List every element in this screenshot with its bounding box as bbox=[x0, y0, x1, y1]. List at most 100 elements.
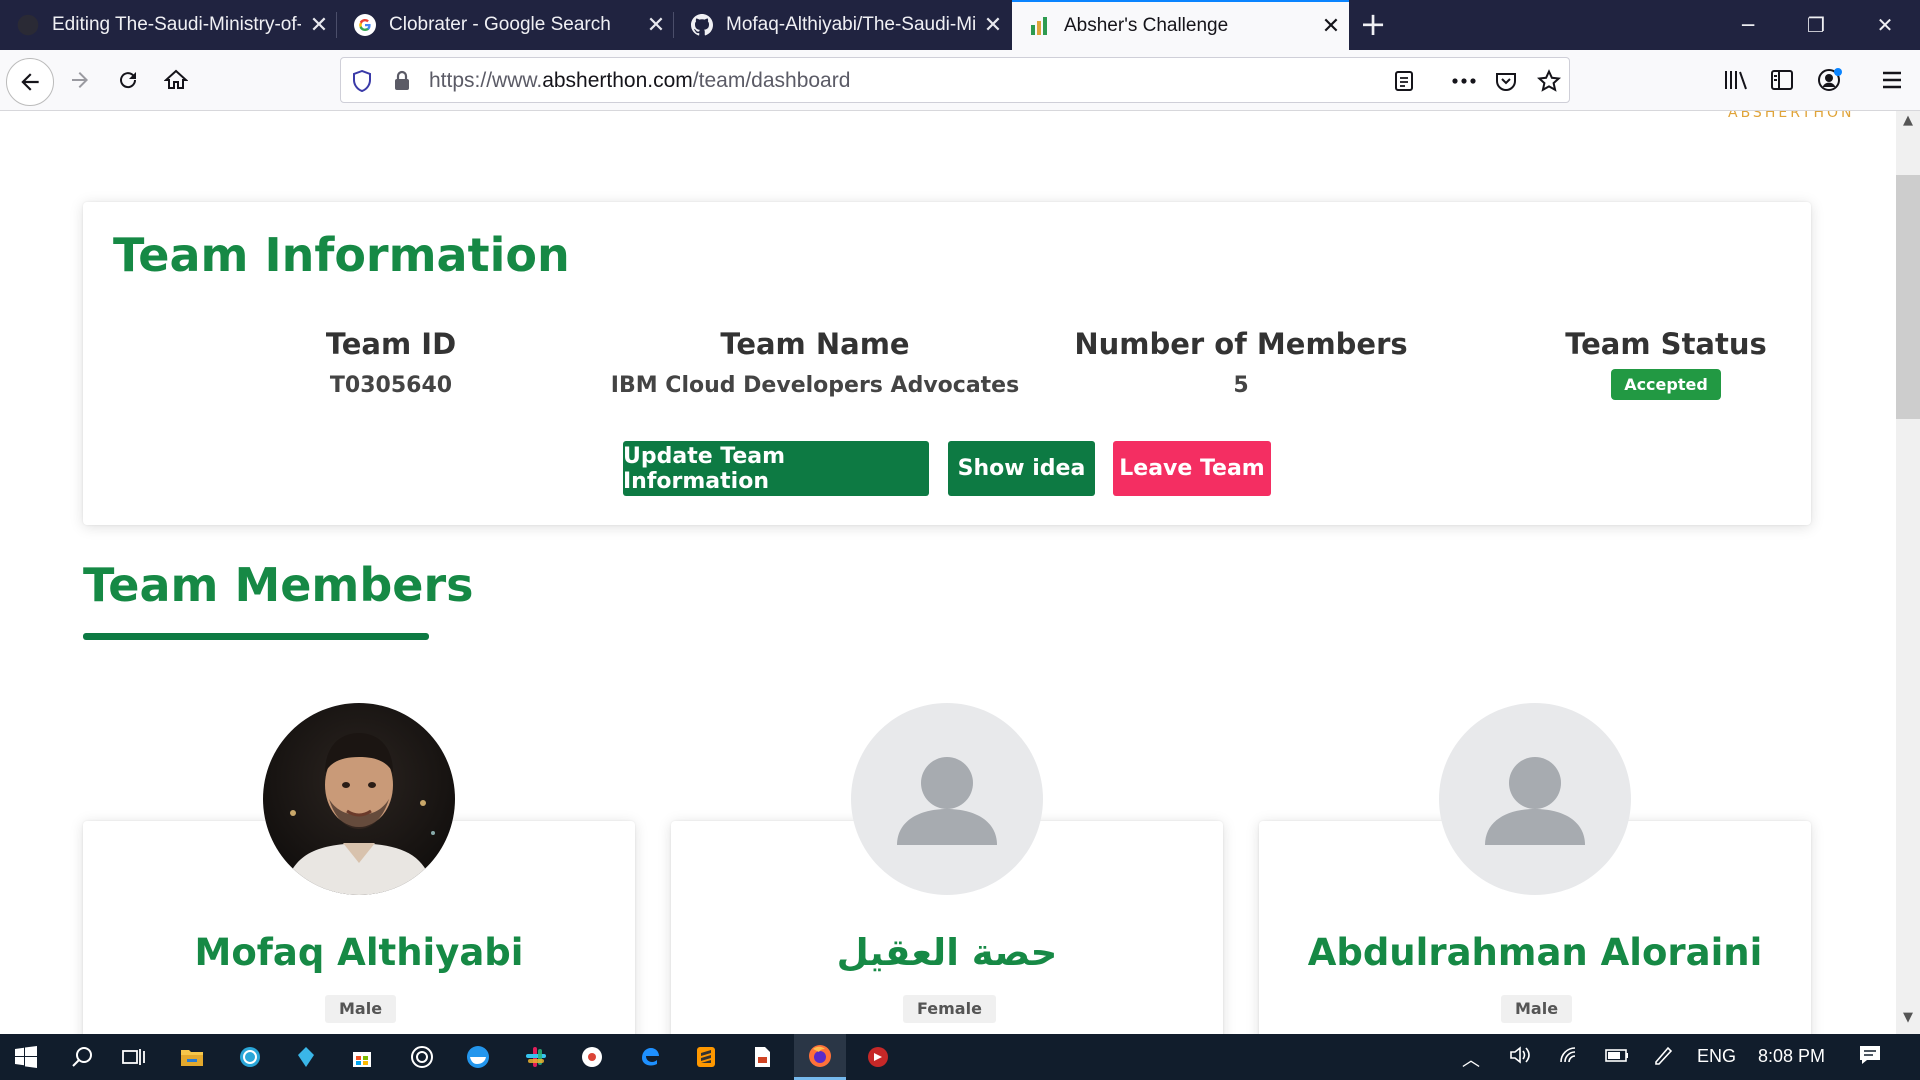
scroll-down-icon[interactable]: ▼ bbox=[1896, 1010, 1920, 1032]
back-arrow-icon bbox=[21, 73, 39, 91]
address-bar[interactable]: https://www.absherthon.com/team/dashboar… bbox=[340, 57, 1570, 103]
volume-icon[interactable] bbox=[1508, 1044, 1532, 1071]
scroll-up-icon[interactable]: ▲ bbox=[1896, 113, 1920, 135]
update-team-button[interactable]: Update Team Information bbox=[623, 441, 929, 496]
member-count-label: Number of Members bbox=[1074, 327, 1408, 361]
lock-icon[interactable] bbox=[387, 66, 417, 96]
pen-icon[interactable] bbox=[1652, 1044, 1676, 1071]
clock[interactable]: 8:08 PM bbox=[1758, 1046, 1825, 1067]
site-logo[interactable]: ABSHERTHON bbox=[1728, 111, 1854, 121]
notifications-icon[interactable] bbox=[1858, 1044, 1882, 1071]
default-user-icon bbox=[1485, 757, 1585, 845]
member-photo bbox=[263, 703, 455, 895]
firefox-icon[interactable] bbox=[794, 1034, 846, 1080]
avatar bbox=[263, 703, 455, 895]
default-user-icon bbox=[897, 757, 997, 845]
windows-taskbar: ︿ ENG 8:08 PM bbox=[0, 1034, 1920, 1080]
url-prefix: https://www. bbox=[429, 69, 543, 92]
restore-icon[interactable]: ❐ bbox=[1781, 0, 1851, 50]
member-card: Mofaq Althiyabi Male bbox=[83, 703, 635, 1034]
sublime-icon[interactable] bbox=[680, 1034, 732, 1080]
team-information-title: Team Information bbox=[113, 228, 570, 282]
menu-icon[interactable] bbox=[1872, 60, 1912, 100]
back-button[interactable] bbox=[6, 58, 54, 106]
member-card: حصة العقيل Female bbox=[671, 703, 1223, 1034]
app-icon[interactable] bbox=[396, 1034, 448, 1080]
task-view-icon[interactable] bbox=[108, 1034, 160, 1080]
avatar bbox=[851, 703, 1043, 895]
wifi-icon[interactable] bbox=[1558, 1044, 1582, 1071]
team-information-card: Team Information Team ID T0305640 Team N… bbox=[83, 202, 1811, 525]
file-explorer-icon[interactable] bbox=[166, 1034, 218, 1080]
status-badge: Accepted bbox=[1611, 369, 1721, 400]
minimize-icon[interactable]: ─ bbox=[1713, 0, 1783, 50]
reload-icon bbox=[120, 72, 137, 89]
app-icon[interactable] bbox=[852, 1034, 904, 1080]
browser-tab[interactable]: Clobrater - Google Search ✕ bbox=[337, 0, 674, 50]
tracking-shield-icon[interactable] bbox=[347, 66, 377, 96]
close-tab-icon[interactable]: ✕ bbox=[301, 12, 337, 38]
reload-button[interactable] bbox=[108, 60, 148, 100]
app-icon[interactable] bbox=[224, 1034, 276, 1080]
account-icon[interactable] bbox=[1810, 60, 1850, 100]
home-button[interactable] bbox=[156, 60, 196, 100]
search-icon[interactable] bbox=[56, 1034, 108, 1080]
github-icon bbox=[16, 13, 40, 37]
browser-tab[interactable]: Mofaq-Althiyabi/The-Saudi-Mi ✕ bbox=[674, 0, 1011, 50]
forward-arrow-icon bbox=[72, 72, 88, 88]
tab-title: Absher's Challenge bbox=[1064, 15, 1229, 36]
app-icon[interactable] bbox=[280, 1034, 332, 1080]
bookmark-star-icon[interactable] bbox=[1534, 66, 1564, 96]
browser-tab-strip: Editing The-Saudi-Ministry-of-I ✕ Clobra… bbox=[0, 0, 1920, 50]
browser-tab[interactable]: Editing The-Saudi-Ministry-of-I ✕ bbox=[0, 0, 337, 50]
leave-team-button[interactable]: Leave Team bbox=[1113, 441, 1271, 496]
home-icon bbox=[164, 69, 188, 89]
team-id-value: T0305640 bbox=[329, 373, 453, 398]
title-underline bbox=[83, 633, 429, 640]
battery-icon[interactable] bbox=[1604, 1044, 1630, 1071]
github-icon bbox=[690, 13, 714, 37]
member-count-field: Number of Members 5 bbox=[1031, 327, 1451, 398]
close-tab-icon[interactable]: ✕ bbox=[638, 12, 674, 38]
avatar bbox=[1439, 703, 1631, 895]
windows-start-icon[interactable] bbox=[0, 1034, 52, 1080]
close-tab-icon[interactable]: ✕ bbox=[1313, 13, 1349, 39]
forward-button[interactable] bbox=[60, 60, 100, 100]
tab-title: Editing The-Saudi-Ministry-of-I bbox=[52, 14, 301, 35]
url-path: /team/dashboard bbox=[692, 69, 851, 92]
team-name-field: Team Name IBM Cloud Developers Advocates bbox=[605, 327, 1025, 398]
slack-icon[interactable] bbox=[510, 1034, 562, 1080]
member-card: Abdulrahman Aloraini Male bbox=[1259, 703, 1811, 1034]
show-idea-button[interactable]: Show idea bbox=[948, 441, 1095, 496]
close-window-icon[interactable]: ✕ bbox=[1850, 0, 1920, 50]
tab-title: Clobrater - Google Search bbox=[389, 14, 611, 35]
new-tab-button[interactable]: + bbox=[1352, 4, 1394, 46]
page-scrollbar[interactable]: ▲ ▼ bbox=[1896, 111, 1920, 1034]
team-name-value: IBM Cloud Developers Advocates bbox=[610, 373, 1020, 398]
docker-icon[interactable] bbox=[452, 1034, 504, 1080]
url-text[interactable]: https://www.absherthon.com/team/dashboar… bbox=[429, 69, 850, 93]
gender-badge: Female bbox=[903, 995, 996, 1023]
reader-view-icon[interactable] bbox=[1389, 66, 1419, 96]
scrollbar-thumb[interactable] bbox=[1896, 175, 1920, 419]
edge-icon[interactable] bbox=[624, 1034, 676, 1080]
google-icon bbox=[353, 13, 377, 37]
pocket-icon[interactable] bbox=[1491, 66, 1521, 96]
show-hidden-icons[interactable]: ︿ bbox=[1462, 1046, 1480, 1072]
gender-badge: Male bbox=[1501, 995, 1573, 1023]
store-icon[interactable] bbox=[336, 1034, 388, 1080]
browser-tab-active[interactable]: Absher's Challenge ✕ bbox=[1012, 0, 1349, 50]
language-indicator[interactable]: ENG bbox=[1697, 1046, 1736, 1067]
browser-navbar: https://www.absherthon.com/team/dashboar… bbox=[0, 50, 1920, 111]
team-id-field: Team ID T0305640 bbox=[181, 327, 601, 398]
url-domain: absherthon.com bbox=[542, 69, 693, 92]
tab-title: Mofaq-Althiyabi/The-Saudi-Mi bbox=[726, 14, 975, 35]
library-icon[interactable] bbox=[1716, 60, 1756, 100]
sidebar-icon[interactable] bbox=[1762, 60, 1802, 100]
close-tab-icon[interactable]: ✕ bbox=[975, 12, 1011, 38]
file-icon[interactable] bbox=[736, 1034, 788, 1080]
chrome-icon[interactable] bbox=[566, 1034, 618, 1080]
member-name: Mofaq Althiyabi bbox=[194, 931, 524, 974]
page-actions-icon[interactable] bbox=[1449, 66, 1479, 96]
page-content: ABSHERTHON Team Information Team ID T030… bbox=[0, 111, 1896, 1034]
